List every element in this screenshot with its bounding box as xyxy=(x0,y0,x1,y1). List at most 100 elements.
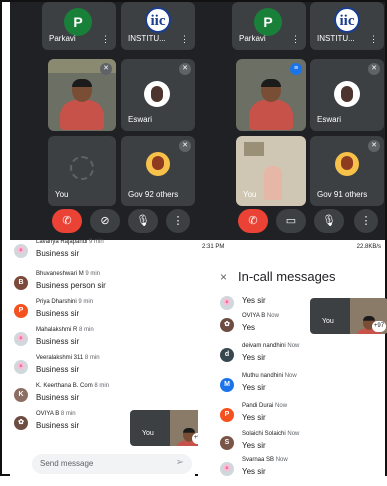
time: 8 min xyxy=(79,327,94,333)
more-vert-icon[interactable]: ⋮ xyxy=(369,35,378,44)
eswari-avatar xyxy=(144,81,170,107)
more-vert-icon[interactable]: ⋮ xyxy=(101,35,110,44)
meet-call-area: P Parkavi ⋮ iic INSTITU... ⋮ ✕ ✕ Eswari xyxy=(10,2,385,240)
list-item: 🌸 Svarnaa SB Now Yes sir xyxy=(216,456,387,486)
participant-tile-institution[interactable]: iic INSTITU... ⋮ xyxy=(310,2,384,50)
status-bar: 2:31 PM 22.8KB/s xyxy=(198,240,385,256)
time: 9 min xyxy=(78,299,94,305)
list-item: d deivam nandhini Now Yes sir xyxy=(216,342,387,372)
participant-name: Parkavi xyxy=(49,34,76,43)
participant-tile-others[interactable]: ✕ Gov 91 others xyxy=(310,136,384,206)
send-message-placeholder: Send message xyxy=(40,459,94,468)
mic-off-button[interactable]: 🎙 xyxy=(314,209,344,233)
list-item: 🌸 Veeralakshmi 311 8 min Business sir xyxy=(10,354,195,384)
participant-name: Gov 92 others xyxy=(128,190,179,199)
participant-name: INSTITU... xyxy=(317,34,355,43)
participant-tile-others[interactable]: ✕ Gov 92 others xyxy=(121,136,195,206)
mic-off-icon: ✕ xyxy=(100,63,112,75)
send-message-input[interactable]: Send message ➢ xyxy=(32,454,192,474)
participant-tile-eswari[interactable]: ✕ Eswari xyxy=(310,59,384,131)
participant-tile-you[interactable]: You xyxy=(236,136,306,206)
participant-name: You xyxy=(55,190,69,199)
right-in-call-messages: 2:31 PM 22.8KB/s × In-call messages 🌸 Ye… xyxy=(198,240,387,478)
participant-video-speaker[interactable]: ✕ xyxy=(48,59,116,131)
message-text: Yes sir xyxy=(242,413,266,422)
author: Bhuvaneshwari M xyxy=(36,271,84,277)
more-vert-icon[interactable]: ⋮ xyxy=(291,35,300,44)
more-vert-icon[interactable]: ⋮ xyxy=(180,35,189,44)
time: 8 min xyxy=(84,355,100,361)
self-view-pip[interactable]: You +96 xyxy=(130,410,208,446)
message-text: Business sir xyxy=(36,337,80,346)
list-item: M Muthu nandhini Now Yes sir xyxy=(216,372,387,402)
time: 9 min xyxy=(89,239,104,245)
end-call-button[interactable]: ✆ xyxy=(238,209,268,233)
group-avatar xyxy=(335,152,359,176)
group-avatar xyxy=(146,152,170,176)
status-right: 22.8KB/s xyxy=(356,244,381,250)
time: Now xyxy=(284,373,297,379)
participant-tile-parkavi[interactable]: P Parkavi ⋮ xyxy=(232,2,306,50)
self-view-pip[interactable]: You +97 xyxy=(310,298,387,334)
user-avatar: B xyxy=(14,276,28,290)
message-text: Business person sir xyxy=(36,281,106,290)
user-avatar: 🌸 xyxy=(14,360,28,374)
message-meta: Priya Dharshini 9 min xyxy=(36,299,93,305)
mic-off-icon: ✕ xyxy=(179,140,191,152)
time: Now xyxy=(275,457,288,463)
user-avatar: K xyxy=(14,388,28,402)
list-item: P Pandi Durai Now Yes sir xyxy=(216,402,387,432)
message-text: Business sir xyxy=(36,421,80,430)
more-options-button[interactable]: ⋮ xyxy=(354,209,378,233)
participant-name: Parkavi xyxy=(239,34,266,43)
send-icon[interactable]: ➢ xyxy=(176,457,184,468)
message-meta: Svarnaa SB Now xyxy=(242,457,288,463)
message-text: Yes sir xyxy=(242,383,266,392)
mic-off-button[interactable]: 🎙 xyxy=(128,209,158,233)
participant-tile-eswari[interactable]: ✕ Eswari xyxy=(121,59,195,131)
user-avatar: ✿ xyxy=(14,416,28,430)
message-meta: deivam nandhini Now xyxy=(242,343,299,349)
camera-off-button[interactable]: ⊘ xyxy=(90,209,120,233)
loading-icon xyxy=(70,156,94,180)
author: Muthu nandhini xyxy=(242,373,284,379)
end-call-button[interactable]: ✆ xyxy=(52,209,82,233)
speaking-indicator-icon: ≡ xyxy=(290,63,302,75)
left-call-pane: P Parkavi ⋮ iic INSTITU... ⋮ ✕ ✕ Eswari xyxy=(10,2,195,240)
message-text: Business sir xyxy=(36,393,80,402)
avatar: P xyxy=(254,8,282,36)
author: Solaichi Solaichi xyxy=(242,431,286,437)
author: Mahalakshmi R xyxy=(36,327,78,333)
user-avatar: P xyxy=(14,304,28,318)
video-background xyxy=(244,142,264,156)
close-icon[interactable]: × xyxy=(220,270,227,284)
message-text: Yes sir xyxy=(242,296,266,305)
message-text: Yes sir xyxy=(242,441,266,450)
participant-name: INSTITU... xyxy=(128,34,166,43)
time: Now xyxy=(287,343,300,349)
user-avatar: P xyxy=(220,408,234,422)
author: K. Keerthana B. Com xyxy=(36,383,93,389)
pip-you-label: You xyxy=(322,318,334,325)
participant-name: You xyxy=(243,190,257,199)
author: Pandi Durai xyxy=(242,403,274,409)
time: Now xyxy=(275,403,288,409)
list-item: B Bhuvaneshwari M 9 min Business person … xyxy=(10,270,195,300)
avatar: P xyxy=(64,8,92,36)
participant-tile-parkavi[interactable]: P Parkavi ⋮ xyxy=(42,2,116,50)
list-item: 🌸 Mahalakshmi R 8 min Business sir xyxy=(10,326,195,356)
speaker-video xyxy=(249,79,293,130)
participant-video-speaker[interactable]: ≡ xyxy=(236,59,306,131)
message-meta: Bhuvaneshwari M 9 min xyxy=(36,271,100,277)
participant-tile-institution[interactable]: iic INSTITU... ⋮ xyxy=(121,2,195,50)
time: 8 min xyxy=(94,383,110,389)
participant-tile-you[interactable]: You xyxy=(48,136,116,206)
user-avatar: S xyxy=(220,436,234,450)
user-avatar: M xyxy=(220,378,234,392)
camera-button[interactable]: ▭ xyxy=(276,209,306,233)
right-call-pane: P Parkavi ⋮ iic INSTITU... ⋮ ≡ ✕ Eswari xyxy=(198,2,385,240)
message-text: Business sir xyxy=(36,309,80,318)
more-options-button[interactable]: ⋮ xyxy=(166,209,190,233)
author: deivam nandhini xyxy=(242,343,286,349)
time: 9 min xyxy=(85,271,101,277)
